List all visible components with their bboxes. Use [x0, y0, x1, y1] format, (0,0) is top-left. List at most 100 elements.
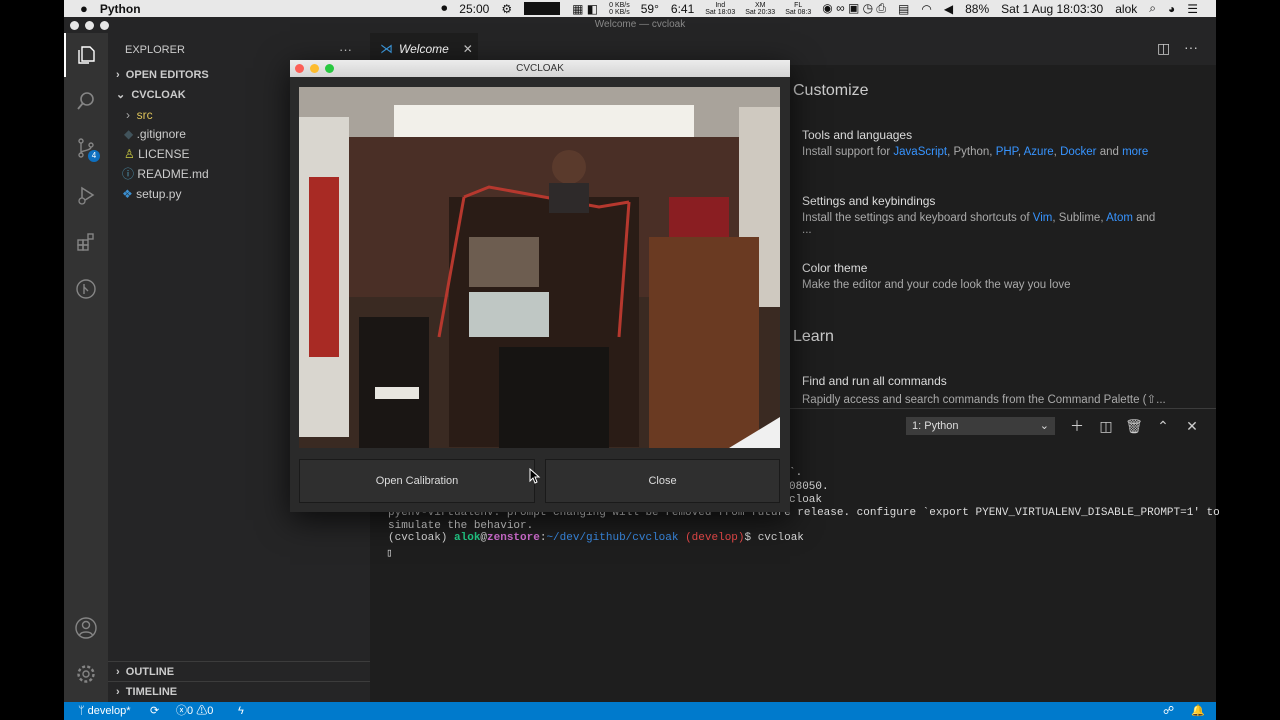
status-icons[interactable]: ◉ ∞ ▣ ◷ ⎙ — [822, 1, 886, 16]
cvcloak-titlebar: CVCLOAK — [290, 60, 790, 77]
camera-feed — [299, 87, 780, 448]
terminal-selector[interactable]: 1: Python ⌄ — [906, 417, 1055, 435]
link-javascript[interactable]: JavaScript — [893, 146, 947, 158]
accounts-icon[interactable] — [64, 606, 108, 650]
notification-center-icon[interactable]: ☰ — [1187, 2, 1198, 16]
color-theme-card[interactable]: Color theme Make the editor and your cod… — [792, 253, 1177, 307]
cv-zoom-button[interactable] — [325, 64, 334, 73]
branch-status[interactable]: ᛘ develop* — [78, 702, 131, 720]
cv-close-button[interactable] — [295, 64, 304, 73]
tools-icons[interactable]: ▦ ◧ — [572, 2, 598, 16]
right-frame — [1216, 0, 1280, 720]
user-menu[interactable]: alok — [1115, 2, 1137, 16]
battery-time[interactable]: 6:41 — [671, 2, 694, 16]
left-frame — [0, 0, 64, 720]
problems-status[interactable]: ⓧ0 ⚠0 — [176, 702, 213, 720]
tools-languages-card[interactable]: Tools and languages Install support for … — [792, 120, 1177, 174]
link-azure[interactable]: Azure — [1024, 146, 1054, 158]
status-bar: ᛘ develop* ⟳ ⓧ0 ⚠0 ϟ ☍ 🔔 — [64, 702, 1216, 720]
customize-heading: Customize — [793, 82, 869, 99]
terminal-cursor[interactable]: ▯ — [386, 546, 393, 560]
lightning-icon[interactable]: ϟ — [238, 702, 244, 720]
apple-icon[interactable]: ● — [80, 1, 88, 16]
project-label: CVCLOAK — [131, 89, 186, 101]
tree-item-label: LICENSE — [138, 147, 190, 161]
timeline-label: TIMELINE — [125, 686, 178, 698]
vscode-logo-icon: ⋊ — [380, 41, 393, 56]
explorer-icon[interactable] — [64, 33, 108, 77]
app-menu-python[interactable]: Python — [100, 2, 141, 16]
card-desc: Install support for JavaScript, Python, … — [802, 146, 1149, 158]
extensions-icon[interactable] — [64, 220, 108, 264]
timeline-section[interactable]: › TIMELINE — [108, 681, 370, 701]
pomodoro-clock[interactable]: 25:00 — [459, 2, 489, 16]
world-clock-xm: XM Sat 20:33 — [745, 1, 776, 16]
split-terminal-icon[interactable]: ◫ — [1097, 417, 1115, 435]
link-docker[interactable]: Docker — [1060, 146, 1096, 158]
scm-badge: 4 — [88, 150, 100, 162]
branch-label: develop* — [87, 705, 131, 717]
close-button[interactable]: Close — [545, 459, 780, 503]
sync-icon[interactable]: ⟳ — [150, 702, 159, 720]
close-panel-icon[interactable]: ✕ — [1183, 417, 1201, 435]
open-editors-label: OPEN EDITORS — [125, 69, 209, 81]
run-debug-icon[interactable] — [64, 173, 108, 217]
chevron-right-icon: › — [126, 108, 130, 122]
chat-icon[interactable]: ⚙ — [501, 2, 512, 16]
cv-minimize-button[interactable] — [310, 64, 319, 73]
flag-icon[interactable]: ▤ — [898, 2, 909, 16]
battery-percent[interactable]: 88% — [965, 2, 989, 16]
license-file-icon: ♙ — [124, 147, 135, 161]
card-desc: Install the settings and keyboard shortc… — [802, 212, 1156, 236]
window-zoom-button[interactable] — [100, 21, 109, 30]
commands-card[interactable]: Find and run all commands Rapidly access… — [792, 366, 1177, 406]
tab-welcome-label: Welcome — [399, 42, 449, 56]
split-editor-icon[interactable]: ◫ — [1157, 40, 1170, 57]
link-php[interactable]: PHP — [996, 146, 1018, 158]
link-atom[interactable]: Atom — [1106, 212, 1133, 224]
window-titlebar: Welcome — cvcloak — [64, 17, 1216, 33]
source-control-icon[interactable]: 4 — [64, 126, 108, 170]
siri-icon[interactable]: ◕ — [1168, 2, 1175, 16]
trash-icon[interactable]: 🗑 — [1125, 417, 1143, 435]
more-actions-icon[interactable]: ··· — [1184, 39, 1198, 55]
open-calibration-button[interactable]: Open Calibration — [299, 459, 535, 503]
info-file-icon: ⓘ — [122, 167, 135, 181]
tree-item-label: setup.py — [136, 187, 182, 201]
datetime[interactable]: Sat 1 Aug 18:03:30 — [1001, 2, 1103, 16]
wifi-icon[interactable]: ◠ — [921, 2, 931, 16]
terminal-line: cloak — [789, 494, 823, 506]
link-vim[interactable]: Vim — [1033, 212, 1053, 224]
close-tab-icon[interactable]: ✕ — [463, 42, 473, 56]
world-clock-ind: Ind Sat 18:03 — [705, 1, 736, 16]
window-minimize-button[interactable] — [85, 21, 94, 30]
live-share-icon[interactable]: ☍ — [1163, 702, 1174, 720]
tree-item-label: src — [136, 108, 153, 122]
record-icon[interactable]: ⏺ — [441, 1, 447, 16]
error-icon: ⓧ — [176, 705, 187, 717]
window-close-button[interactable] — [70, 21, 79, 30]
card-desc: Rapidly access and search commands from … — [802, 394, 1166, 406]
explorer-more-button[interactable]: ··· — [339, 42, 352, 57]
card-title: Tools and languages — [802, 128, 913, 142]
cvcloak-window: CVCLOAK Open Calibration Close — [290, 60, 790, 512]
card-desc: Make the editor and your code look the w… — [802, 279, 1071, 291]
volume-icon[interactable]: ◀ — [944, 2, 953, 16]
python-file-icon: ❖ — [122, 187, 133, 201]
settings-keybindings-card[interactable]: Settings and keybindings Install the set… — [792, 186, 1177, 240]
black-menu-block — [524, 2, 561, 15]
bell-icon[interactable]: 🔔 — [1191, 702, 1205, 720]
settings-gear-icon[interactable] — [64, 652, 108, 696]
spotlight-icon[interactable]: ⌕ — [1149, 1, 1156, 16]
card-title: Find and run all commands — [802, 374, 947, 388]
warning-icon: ⚠ — [196, 705, 208, 717]
git-graph-icon[interactable] — [64, 267, 108, 311]
network-speed: 0 KB/s 0 KB/s — [609, 1, 630, 16]
outline-section[interactable]: › OUTLINE — [108, 661, 370, 681]
new-terminal-icon[interactable]: ＋ — [1068, 417, 1086, 435]
link-more[interactable]: more — [1122, 146, 1148, 158]
temperature: 59° — [640, 1, 659, 16]
maximize-panel-icon[interactable]: ⌃ — [1154, 417, 1172, 435]
learn-heading: Learn — [793, 328, 834, 345]
search-icon[interactable] — [64, 79, 108, 123]
